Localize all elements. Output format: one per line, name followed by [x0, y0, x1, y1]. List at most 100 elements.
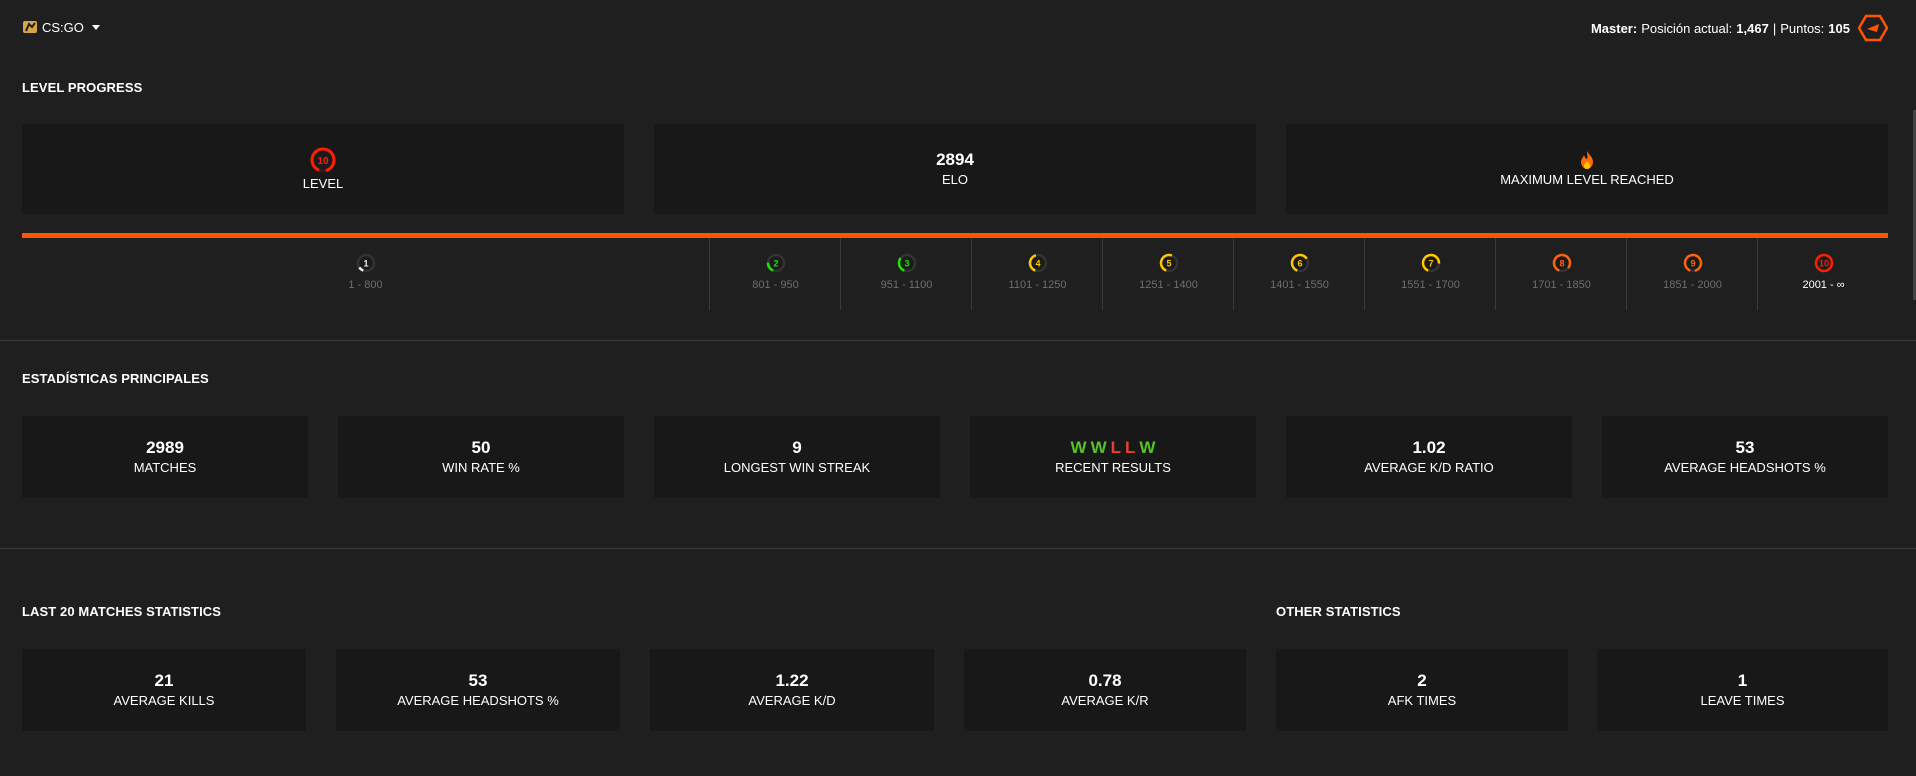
level-segment-4: 4 1101 - 1250 — [971, 238, 1103, 310]
win-rate-label: WIN RATE % — [442, 460, 520, 475]
matches-label: MATCHES — [133, 460, 197, 475]
average-kd-value: 1.22 — [775, 671, 809, 690]
last20-title: LAST 20 MATCHES STATISTICS — [22, 604, 222, 619]
csgo-logo-icon — [23, 21, 37, 33]
level-card: 10 LEVEL — [22, 124, 624, 214]
level-4-icon: 4 — [1028, 253, 1047, 273]
level-segment-6: 6 1401 - 1550 — [1233, 238, 1365, 310]
level-7-range: 1551 - 1700 — [1401, 279, 1460, 291]
level-9-number: 9 — [1690, 259, 1695, 269]
level-3-icon: 3 — [897, 253, 916, 273]
leave-times-card: 1 LEAVE TIMES — [1597, 649, 1888, 731]
afk-times-label: AFK TIMES — [1387, 693, 1457, 708]
level-segment-8: 8 1701 - 1850 — [1495, 238, 1627, 310]
level-1-range: 1 - 800 — [348, 279, 383, 291]
level-1-icon: 1 — [356, 253, 375, 273]
level-2-range: 801 - 950 — [752, 279, 799, 291]
average-kr-value: 0.78 — [1088, 671, 1122, 690]
longest-win-streak-label: LONGEST WIN STREAK — [723, 460, 871, 475]
leave-times-label: LEAVE TIMES — [1700, 693, 1785, 708]
flame-icon — [1581, 151, 1593, 169]
recent-result-5: W — [1139, 438, 1156, 457]
ranking-position: 1,467 — [1736, 20, 1769, 36]
average-kd-card: 1.22 AVERAGE K/D — [650, 649, 934, 731]
level-4-range: 1101 - 1250 — [1008, 279, 1067, 291]
level-10-number: 10 — [1818, 259, 1828, 269]
level-scale: 1 1 - 800 2 801 - 950 3 951 - 1100 4 1101 - 125… — [22, 238, 1888, 310]
average-kd-label: AVERAGE K/D — [748, 693, 836, 708]
level-2-icon: 2 — [766, 253, 785, 273]
recent-result-3: L — [1110, 438, 1122, 457]
other-stats-title: OTHER STATISTICS — [1276, 604, 1401, 619]
recent-results-label: RECENT RESULTS — [1055, 460, 1171, 475]
leave-times-value: 1 — [1737, 671, 1748, 690]
recent-results-card: WWLLW RECENT RESULTS — [970, 416, 1256, 498]
ranking-info: Master: Posición actual: 1,467 | Puntos:… — [1591, 14, 1888, 42]
level-9-icon: 9 — [1683, 253, 1702, 273]
last20-headshots-label: AVERAGE HEADSHOTS % — [397, 693, 559, 708]
matches-value: 2989 — [146, 438, 184, 457]
chevron-down-icon — [91, 24, 100, 30]
level-6-number: 6 — [1297, 259, 1302, 269]
headshots-label: AVERAGE HEADSHOTS % — [1664, 460, 1826, 475]
level-6-icon: 6 — [1290, 253, 1309, 273]
level-5-icon: 5 — [1159, 253, 1178, 273]
level-segment-9: 9 1851 - 2000 — [1626, 238, 1758, 310]
level-progress-title: LEVEL PROGRESS — [22, 80, 143, 95]
level-10-badge-icon: 10 — [310, 147, 336, 173]
ranking-points-label: Puntos: — [1780, 20, 1825, 36]
level-8-number: 8 — [1559, 259, 1564, 269]
section-divider — [0, 340, 1916, 341]
section-divider — [0, 548, 1916, 549]
recent-result-2: W — [1090, 438, 1107, 457]
main-stats-title: ESTADÍSTICAS PRINCIPALES — [22, 371, 209, 386]
level-segment-10: 10 2001 - ∞ — [1757, 238, 1889, 310]
longest-win-streak-card: 9 LONGEST WIN STREAK — [654, 416, 940, 498]
level-5-range: 1251 - 1400 — [1139, 279, 1198, 291]
game-selector-label: CS:GO — [42, 19, 84, 35]
level-3-number: 3 — [904, 259, 909, 269]
level-4-number: 4 — [1035, 259, 1040, 269]
recent-result-4: L — [1125, 438, 1136, 457]
win-rate-value: 50 — [471, 438, 491, 457]
kd-ratio-label: AVERAGE K/D RATIO — [1364, 460, 1494, 475]
average-kills-value: 21 — [154, 671, 174, 690]
average-kr-label: AVERAGE K/R — [1061, 693, 1149, 708]
headshots-card: 53 AVERAGE HEADSHOTS % — [1602, 416, 1888, 498]
kd-ratio-card: 1.02 AVERAGE K/D RATIO — [1286, 416, 1572, 498]
level-badge-number: 10 — [317, 156, 329, 167]
level-segment-5: 5 1251 - 1400 — [1102, 238, 1234, 310]
headshots-value: 53 — [1735, 438, 1755, 457]
elo-label: ELO — [941, 172, 968, 187]
level-8-icon: 8 — [1552, 253, 1571, 273]
recent-results: WWLLW — [1069, 438, 1158, 458]
longest-win-streak-value: 9 — [792, 438, 802, 457]
level-10-range: 2001 - ∞ — [1802, 279, 1845, 291]
average-kills-label: AVERAGE KILLS — [113, 693, 215, 708]
ranking-points: 105 — [1828, 20, 1850, 36]
ranking-tier: Master: — [1590, 20, 1638, 36]
game-selector[interactable]: CS:GO — [22, 17, 100, 37]
last20-headshots-card: 53 AVERAGE HEADSHOTS % — [336, 649, 620, 731]
level-7-number: 7 — [1428, 259, 1433, 269]
max-level-label: MAXIMUM LEVEL REACHED — [1500, 172, 1674, 187]
afk-times-value: 2 — [1417, 671, 1427, 690]
level-9-range: 1851 - 2000 — [1663, 279, 1722, 291]
level-segment-2: 2 801 - 950 — [709, 238, 841, 310]
level-7-icon: 7 — [1421, 253, 1440, 273]
level-10-icon: 10 — [1814, 253, 1833, 273]
matches-card: 2989 MATCHES — [22, 416, 308, 498]
elo-value: 2894 — [936, 150, 974, 169]
average-kr-card: 0.78 AVERAGE K/R — [964, 649, 1246, 731]
win-rate-card: 50 WIN RATE % — [338, 416, 624, 498]
rank-badge-icon — [1858, 14, 1888, 42]
max-level-card: MAXIMUM LEVEL REACHED — [1286, 124, 1888, 214]
level-6-range: 1401 - 1550 — [1270, 279, 1329, 291]
top-bar: CS:GO Master: Posición actual: 1,467 | P… — [0, 0, 1916, 54]
ranking-position-label: Posición actual: — [1641, 20, 1733, 36]
level-2-number: 2 — [773, 259, 778, 269]
level-label: LEVEL — [302, 176, 344, 191]
level-5-number: 5 — [1166, 259, 1171, 269]
level-8-range: 1701 - 1850 — [1532, 279, 1591, 291]
level-3-range: 951 - 1100 — [880, 279, 933, 291]
